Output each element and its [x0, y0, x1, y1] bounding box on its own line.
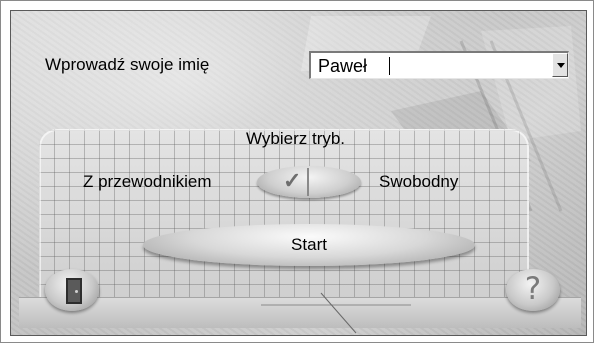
name-label: Wprowadź swoje imię — [45, 55, 210, 74]
dropdown-arrow-button[interactable] — [552, 53, 568, 77]
grid-board — [39, 129, 529, 299]
exit-button[interactable] — [45, 269, 99, 311]
question-mark-icon: ? — [524, 271, 542, 307]
app-window: Wprowadź swoje imię Paweł Wybierz tryb. … — [0, 0, 594, 343]
name-input-value[interactable]: Paweł — [318, 56, 367, 77]
name-combobox[interactable]: Paweł — [309, 51, 569, 79]
door-icon — [66, 278, 82, 304]
mode-free-label[interactable]: Swobodny — [379, 172, 458, 192]
mode-title: Wybierz tryb. — [246, 129, 346, 148]
text-caret — [389, 57, 390, 75]
crosshair-decoration — [261, 292, 411, 334]
toggle-divider — [307, 168, 309, 196]
mode-toggle[interactable]: ✓ — [257, 166, 361, 198]
check-icon: ✓ — [283, 168, 302, 193]
chevron-down-icon — [557, 63, 565, 68]
main-panel: Wprowadź swoje imię Paweł Wybierz tryb. … — [10, 10, 587, 336]
help-button[interactable]: ? — [506, 269, 560, 311]
mode-guided-label[interactable]: Z przewodnikiem — [83, 172, 212, 192]
start-button[interactable]: Start — [143, 224, 475, 266]
start-button-label: Start — [291, 235, 327, 254]
